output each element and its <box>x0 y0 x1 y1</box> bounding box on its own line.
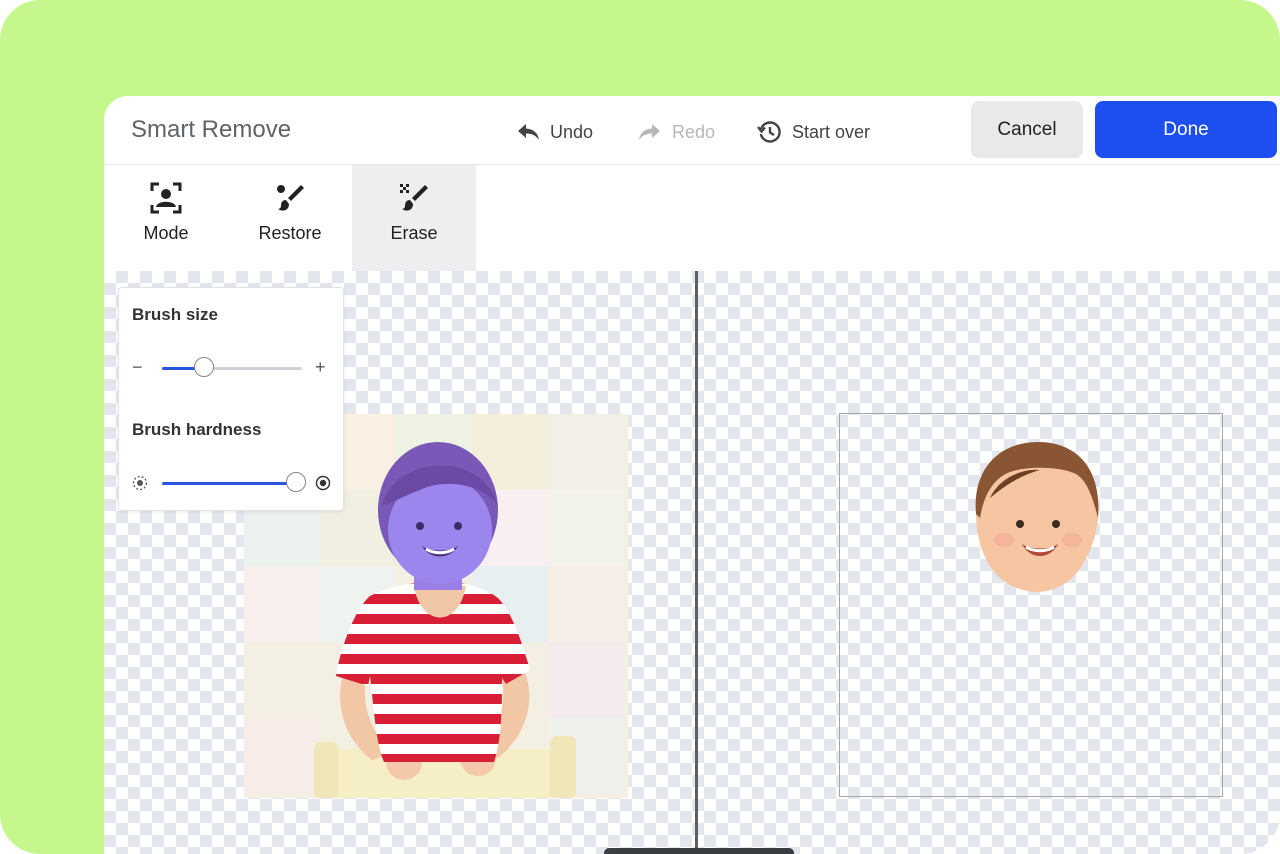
undo-label: Undo <box>550 121 594 142</box>
undo-icon <box>518 124 539 140</box>
start-over-button[interactable]: Start over <box>756 118 870 146</box>
undo-button[interactable]: Undo <box>514 118 593 146</box>
result-preview <box>839 413 1223 797</box>
bottom-scroll-handle[interactable] <box>604 848 794 854</box>
tool-erase-label: Erase <box>390 223 438 243</box>
smart-remove-window: Smart Remove Undo Redo Start over Cancel… <box>104 96 1280 854</box>
history-icon <box>757 121 781 143</box>
tool-bar: Mode Restore Erase <box>104 165 1280 271</box>
tool-mode[interactable]: Mode <box>104 165 228 271</box>
brush-hardness-slider[interactable] <box>162 472 306 492</box>
done-button[interactable]: Done <box>1095 101 1277 158</box>
restore-brush-icon <box>277 185 304 211</box>
redo-icon <box>639 124 660 140</box>
cutout-face <box>975 442 1099 592</box>
brush-size-slider[interactable] <box>162 357 302 377</box>
person-focus-icon <box>150 182 182 214</box>
brush-size-increase[interactable]: + <box>315 358 326 376</box>
tool-erase[interactable]: Erase <box>352 165 476 271</box>
erase-brush-icon <box>400 184 428 211</box>
tool-mode-label: Mode <box>143 223 189 243</box>
top-toolbar: Smart Remove Undo Redo Start over Cancel… <box>104 96 1280 165</box>
tool-restore-label: Restore <box>258 223 322 243</box>
app-background: Smart Remove Undo Redo Start over Cancel… <box>0 0 1280 854</box>
page-title: Smart Remove <box>131 116 292 143</box>
editing-canvas[interactable]: Brush size − + Brush hardness <box>104 271 1280 854</box>
brush-hardness-fill <box>162 482 296 485</box>
cancel-button[interactable]: Cancel <box>971 101 1083 158</box>
hard-brush-icon[interactable] <box>315 475 331 491</box>
soft-brush-icon[interactable] <box>132 475 148 491</box>
start-over-label: Start over <box>792 121 871 142</box>
redo-label: Redo <box>672 121 716 142</box>
tool-restore[interactable]: Restore <box>228 165 352 271</box>
brush-hardness-label: Brush hardness <box>132 420 262 439</box>
brush-hardness-handle[interactable] <box>286 472 306 492</box>
brush-settings-panel: Brush size − + Brush hardness <box>118 287 344 511</box>
brush-size-handle[interactable] <box>194 357 214 377</box>
brush-size-decrease[interactable]: − <box>132 358 143 376</box>
compare-divider[interactable] <box>695 271 698 854</box>
redo-button[interactable]: Redo <box>636 118 715 146</box>
brush-size-label: Brush size <box>132 305 218 324</box>
